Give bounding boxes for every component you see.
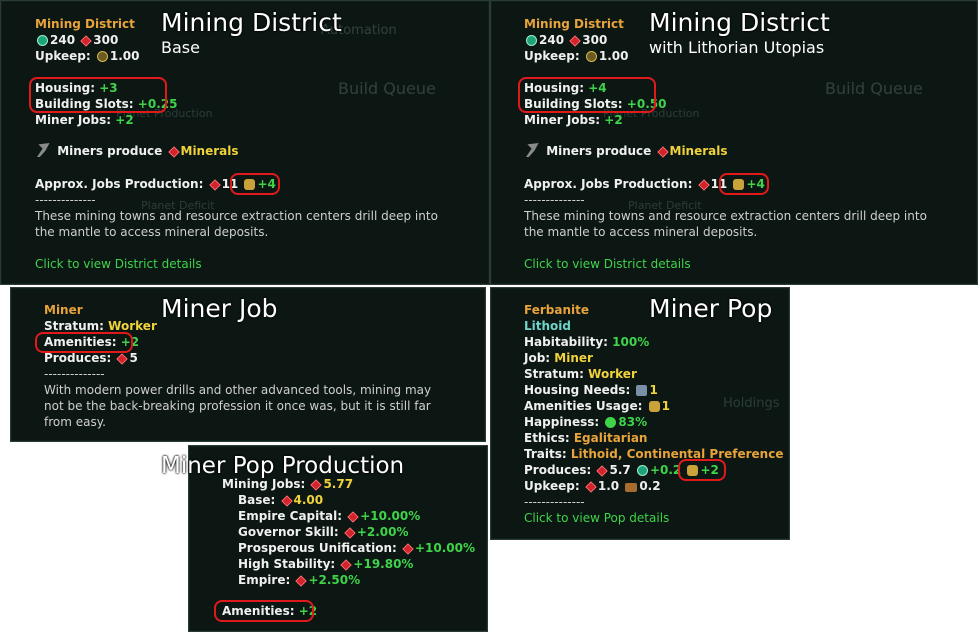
minerals-icon	[80, 35, 92, 47]
district-cost: 240 300	[35, 32, 118, 48]
divider: --------------	[524, 495, 585, 509]
tooltip-pop-production: Mining Jobs: 5.77 Base: 4.00 Empire Capi…	[161, 445, 488, 632]
district-description: These mining towns and resource extracti…	[35, 209, 438, 223]
job-description: With modern power drills and other advan…	[44, 383, 432, 397]
minerals-icon	[569, 35, 581, 47]
minerals-icon	[344, 527, 356, 539]
pop-upkeep: Upkeep: 1.0 0.2	[524, 479, 661, 493]
prod-prosperous-unification: Prosperous Unification: +10.00%	[238, 541, 476, 555]
alloy-icon	[37, 35, 48, 46]
job-name: Miner	[44, 303, 83, 317]
prod-governor-skill: Governor Skill: +2.00%	[238, 525, 409, 539]
minerals-icon	[340, 559, 353, 571]
highlight-amenities	[35, 332, 133, 353]
pop-habitability: Habitability: 100%	[524, 335, 650, 349]
district-details-link[interactable]: Click to view District details	[524, 256, 691, 272]
district-description-2: the mantle to access mineral deposits.	[524, 225, 758, 239]
district-name: Mining District	[524, 17, 624, 31]
pop-traits: Traits: Lithoid, Continental Preference	[524, 447, 784, 461]
housing-icon	[636, 385, 648, 396]
energy-icon	[585, 51, 597, 62]
district-upkeep: Upkeep: 1.00	[35, 49, 140, 63]
tooltip-miner-pop: Holdings Ferbanite Lithoid Habitability:…	[490, 287, 790, 540]
minerals-icon	[116, 353, 129, 365]
minerals-icon	[280, 495, 293, 507]
divider: --------------	[35, 193, 96, 207]
unity-icon	[636, 465, 648, 476]
prod-high-stability: High Stability: +19.80%	[238, 557, 414, 571]
minerals-icon	[697, 179, 710, 191]
bg-holdings-label: Holdings	[723, 396, 780, 411]
minerals-icon	[656, 146, 669, 158]
district-produce: Miners produce Minerals	[524, 143, 728, 159]
panel-subtitle: Base	[161, 38, 200, 57]
panel-subtitle: with Lithorian Utopias	[649, 38, 825, 57]
prod-empire-capital: Empire Capital: +10.00%	[238, 509, 421, 523]
consumer-goods-icon	[625, 483, 638, 492]
district-description-2: the mantle to access mineral deposits.	[35, 225, 269, 239]
district-upkeep: Upkeep: 1.00	[524, 49, 629, 63]
minerals-icon	[295, 575, 308, 587]
bg-build-queue-label: Build Queue	[338, 79, 436, 98]
highlight-amenities	[214, 600, 314, 622]
district-cost: 240 300	[524, 32, 607, 48]
minerals-icon	[167, 146, 180, 158]
pop-housing-needs: Housing Needs: 1	[524, 383, 658, 397]
pop-ethics: Ethics: Egalitarian	[524, 431, 648, 445]
amenities-icon	[648, 401, 660, 412]
minerals-icon	[208, 179, 221, 191]
panel-title: Mining District	[161, 8, 342, 37]
highlight-amenities	[230, 173, 280, 195]
highlight-amenities	[678, 459, 726, 481]
district-name: Mining District	[35, 17, 135, 31]
pickaxe-icon	[37, 143, 50, 157]
tooltip-district-base: Automation Build Queue Planet Production…	[0, 0, 490, 285]
minerals-icon	[347, 511, 359, 523]
panel-title: Miner Pop Production	[161, 453, 405, 479]
highlight-housing-slots	[518, 77, 656, 113]
pop-stratum: Stratum: Worker	[524, 367, 637, 381]
district-produce: Miners produce Minerals	[35, 143, 239, 159]
prod-empire: Empire: +2.50%	[238, 573, 361, 587]
district-jobs: Miner Jobs: +2	[35, 113, 134, 127]
divider: --------------	[44, 367, 105, 381]
job-description-3: from easy.	[44, 415, 106, 429]
panel-title: Miner Pop	[649, 294, 773, 323]
minerals-icon	[596, 465, 609, 477]
prod-base: Base: 4.00	[238, 493, 324, 507]
district-description: These mining towns and resource extracti…	[524, 209, 927, 223]
district-details-link[interactable]: Click to view District details	[35, 256, 202, 272]
job-description-2: not be the back-breaking profession it o…	[44, 399, 431, 413]
panel-title: Mining District	[649, 8, 830, 37]
district-jobs: Miner Jobs: +2	[524, 113, 623, 127]
divider: --------------	[524, 193, 585, 207]
pickaxe-icon	[526, 143, 539, 157]
highlight-housing-slots	[29, 77, 167, 113]
pop-job: Job: Miner	[524, 351, 593, 365]
pop-name: Ferbanite	[524, 303, 589, 317]
bg-build-queue-label: Build Queue	[825, 79, 923, 98]
minerals-icon	[585, 481, 597, 493]
panel-title: Miner Job	[161, 294, 278, 323]
pop-details-link[interactable]: Click to view Pop details	[524, 510, 669, 526]
energy-icon	[96, 51, 108, 62]
pop-amenities-usage: Amenities Usage: 1	[524, 399, 670, 413]
pop-species: Lithoid	[524, 319, 571, 333]
minerals-icon	[310, 479, 323, 491]
alloy-icon	[526, 35, 537, 46]
pop-happiness: Happiness: 83%	[524, 415, 648, 429]
minerals-icon	[402, 543, 414, 555]
happiness-icon	[605, 417, 617, 428]
tooltip-miner-job: Miner Stratum: Worker Amenities: +2 Prod…	[10, 287, 486, 442]
tooltip-district-lithorian: Build Queue Planet Production Planet Def…	[490, 0, 978, 285]
highlight-amenities	[719, 173, 769, 195]
